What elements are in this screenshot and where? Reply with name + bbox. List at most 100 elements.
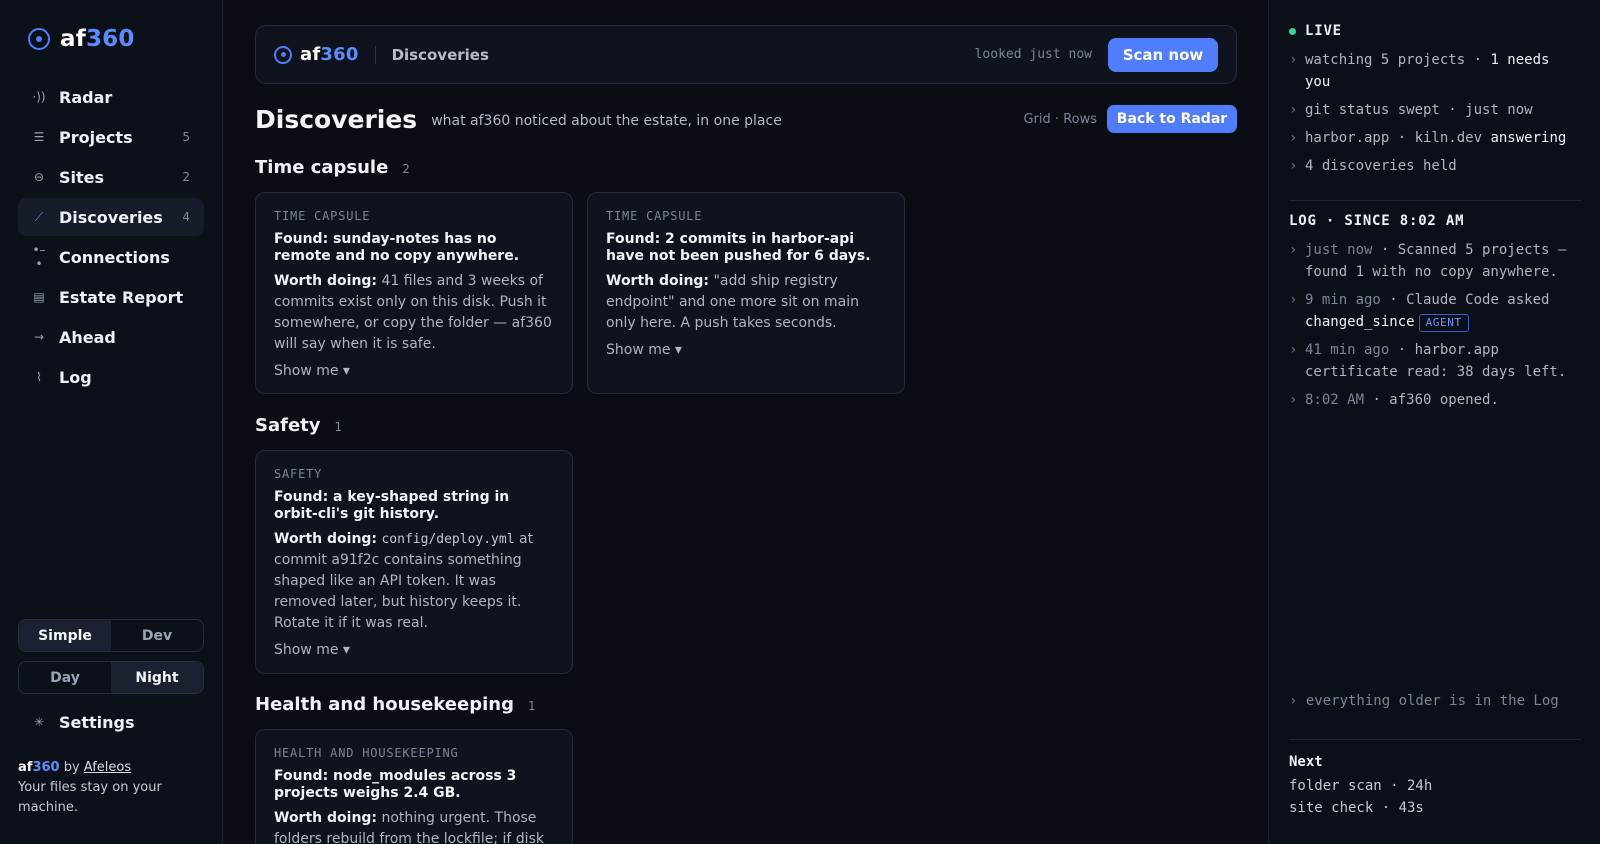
card-kicker: HEALTH AND HOUSEKEEPING <box>274 746 459 760</box>
trend-icon: ⟋ <box>34 209 44 224</box>
footer-brand-b: 360 <box>32 760 60 775</box>
show-me-button[interactable]: Show me ▾ <box>606 342 682 358</box>
card-recommendation: Worth doing: 41 files and 3 weeks of com… <box>274 271 554 355</box>
card-kicker: TIME CAPSULE <box>606 209 703 223</box>
footer-author-link[interactable]: Afeleos <box>84 760 131 775</box>
mode-dev-button[interactable]: Dev <box>111 620 203 651</box>
live-row-text: git status swept · just now <box>1305 102 1533 118</box>
card-recommendation: Worth doing: "add ship registry endpoint… <box>606 271 886 334</box>
view-grid-link[interactable]: Grid <box>1023 112 1050 127</box>
next-list: folder scan · 24h site check · 43s <box>1289 775 1432 819</box>
worth-label: Worth doing: <box>274 531 378 547</box>
scan-now-button[interactable]: Scan now <box>1108 37 1218 72</box>
sidebar-item-count: 5 <box>182 130 190 144</box>
divider <box>1289 739 1581 740</box>
older-log-text: everything older is in the Log <box>1305 693 1559 709</box>
log-entry: › just now · Scanned 5 projects — found 1… <box>1289 239 1581 283</box>
gear-icon: ✳ <box>33 715 45 729</box>
chevron-right-icon: › <box>1289 292 1298 308</box>
view-toggle: Grid · Rows <box>1023 112 1097 127</box>
sidebar-item-radar[interactable]: ·)) Radar <box>18 78 204 116</box>
footer-credit: af360 by Afeleos <box>18 758 208 778</box>
live-list: › watching 5 projects · 1 needs you › git … <box>1289 49 1581 183</box>
globe-icon: ⊖ <box>33 170 45 184</box>
af360-logo-icon <box>28 28 50 50</box>
connection-icon: •–• <box>32 243 46 271</box>
discovery-card: TIME CAPSULE Found: sunday-notes has no … <box>255 192 573 394</box>
log-time: 9 min ago <box>1305 292 1381 308</box>
back-to-radar-button[interactable]: Back to Radar <box>1107 105 1237 133</box>
log-emphasis: changed_since <box>1305 314 1415 330</box>
chevron-right-icon: › <box>1289 52 1298 68</box>
section-title-time-capsule: Time capsule 2 <box>255 157 410 178</box>
section-count: 1 <box>334 420 343 434</box>
card-finding: Found: 2 commits in harbor-api have not … <box>606 231 871 264</box>
live-row-text: watching 5 projects · <box>1305 52 1491 68</box>
chevron-right-icon: › <box>1289 102 1298 118</box>
section-title-text: Health and housekeeping <box>255 694 514 715</box>
sidebar-item-count: 4 <box>182 210 190 224</box>
older-log-link[interactable]: › everything older is in the Log <box>1289 693 1559 709</box>
sidebar-item-sites[interactable]: ⊖ Sites 2 <box>18 158 204 196</box>
view-separator: · <box>1050 111 1064 127</box>
discovery-card: SAFETY Found: a key-shaped string in orb… <box>255 450 573 674</box>
arrow-ahead-icon: → <box>33 330 45 344</box>
chevron-right-icon: › <box>1289 342 1298 358</box>
brand-name-a: af <box>60 26 86 52</box>
sidebar-item-label: Radar <box>59 87 113 107</box>
topbar-brand-b: 360 <box>320 44 359 65</box>
show-me-button[interactable]: Show me ▾ <box>274 642 350 658</box>
sidebar-item-label: Connections <box>59 247 170 267</box>
last-scan-status: looked just now <box>974 47 1092 62</box>
live-dot-icon <box>1289 27 1296 35</box>
sidebar-footer: af360 by Afeleos Your files stay on your… <box>18 758 208 818</box>
theme-night-button[interactable]: Night <box>111 662 203 693</box>
sidebar-item-label: Estate Report <box>59 287 184 307</box>
sidebar-item-settings[interactable]: ✳ Settings <box>18 707 204 737</box>
view-rows-link[interactable]: Rows <box>1063 112 1097 127</box>
mode-simple-button[interactable]: Simple <box>19 620 111 651</box>
footer-brand-a: af <box>18 760 33 775</box>
chevron-right-icon: › <box>1289 242 1298 258</box>
sidebar-item-ahead[interactable]: → Ahead <box>18 318 204 356</box>
list-item: › 4 discoveries held <box>1289 155 1581 177</box>
log-title: LOG · SINCE 8:02 AM <box>1289 213 1465 229</box>
card-kicker: SAFETY <box>274 467 323 481</box>
divider <box>1289 200 1581 201</box>
sidebar-item-count: 2 <box>182 170 190 184</box>
log-entry: › 9 min ago · Claude Code asked changed_s… <box>1289 289 1581 333</box>
section-title-text: Time capsule <box>255 157 389 178</box>
agent-badge: AGENT <box>1418 314 1469 332</box>
log-text: · af360 opened. <box>1364 392 1499 408</box>
radar-icon: ·)) <box>32 90 46 104</box>
sidebar-item-log[interactable]: ⌇ Log <box>18 358 204 396</box>
sidebar-item-projects[interactable]: ☰ Projects 5 <box>18 118 204 156</box>
chevron-right-icon: › <box>1289 392 1298 408</box>
list-icon: ☰ <box>33 130 45 144</box>
next-item: folder scan · 24h <box>1289 778 1433 794</box>
list-item: › harbor.app · kiln.dev answering <box>1289 127 1581 149</box>
worth-label: Worth doing: <box>274 273 378 289</box>
page-subtitle: what af360 noticed about the estate, in … <box>431 113 782 129</box>
list-item: › git status swept · just now <box>1289 99 1581 121</box>
card-finding: Found: node_modules across 3 projects we… <box>274 768 517 801</box>
theme-day-button[interactable]: Day <box>19 662 111 693</box>
page-header: Discoveries what af360 noticed about the… <box>255 102 1237 136</box>
next-item: site check · 43s <box>1289 800 1424 816</box>
live-header: LIVE <box>1289 23 1342 39</box>
show-me-button[interactable]: Show me ▾ <box>274 363 350 379</box>
log-time: 41 min ago <box>1305 342 1390 358</box>
sidebar-item-connections[interactable]: •–• Connections <box>18 238 204 276</box>
footer-by: by <box>59 760 84 775</box>
sidebar-item-label: Sites <box>59 167 105 187</box>
topbar-brand[interactable]: af360 <box>300 44 359 65</box>
log-time: just now <box>1305 242 1373 258</box>
sidebar-item-discoveries[interactable]: ⟋ Discoveries 4 <box>18 198 204 236</box>
af360-logo-icon <box>274 45 292 64</box>
theme-toggle: Day Night <box>18 661 204 694</box>
log-entry: › 8:02 AM · af360 opened. <box>1289 389 1581 411</box>
sidebar-item-estate-report[interactable]: ▤ Estate Report <box>18 278 204 316</box>
brand-logo[interactable]: af360 <box>18 24 204 54</box>
log-text: · Claude Code asked <box>1380 292 1550 308</box>
settings-label: Settings <box>59 712 135 732</box>
